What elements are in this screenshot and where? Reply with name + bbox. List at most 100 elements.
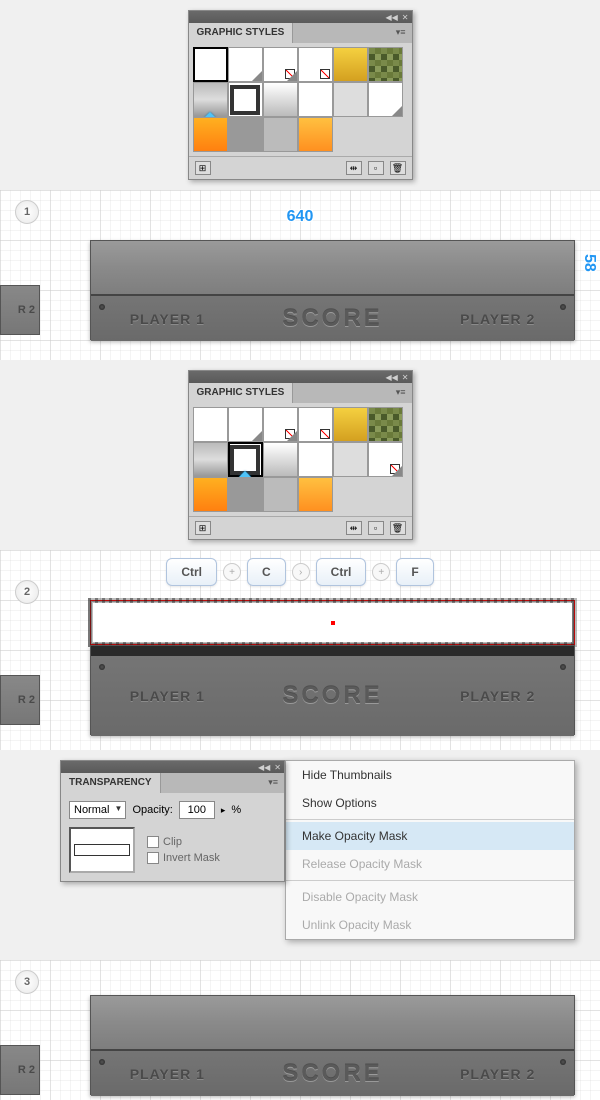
- swatch-gray[interactable]: [263, 117, 298, 152]
- step-badge: 3: [15, 970, 39, 994]
- artboard-step2: 2 Ctrl + C › Ctrl + F R 2 PLAYER 1 SCORE…: [0, 550, 600, 750]
- library-icon[interactable]: ⊞: [195, 161, 211, 175]
- swatch[interactable]: [298, 407, 333, 442]
- step-badge: 2: [15, 580, 39, 604]
- swatch-gold[interactable]: [333, 407, 368, 442]
- swatch-gold[interactable]: [333, 47, 368, 82]
- score-label: SCORE: [282, 682, 382, 710]
- swatch[interactable]: [228, 407, 263, 442]
- tab-graphic-styles[interactable]: GRAPHIC STYLES: [189, 23, 294, 43]
- player2-label: PLAYER 2: [460, 688, 535, 704]
- rivet-icon: [560, 664, 566, 670]
- close-icon[interactable]: ✕: [274, 763, 281, 772]
- swatch[interactable]: [228, 47, 263, 82]
- swatch[interactable]: [263, 47, 298, 82]
- panel-flyout-menu: Hide Thumbnails Show Options Make Opacit…: [285, 760, 575, 940]
- artboard-step1: 1 640 58 R 2 PLAYER 1 SCORE PLAYER 2: [0, 190, 600, 360]
- selection-rect[interactable]: [90, 600, 575, 645]
- center-handle[interactable]: [331, 621, 335, 625]
- percent-label: %: [231, 804, 241, 816]
- score-label: SCORE: [282, 305, 382, 333]
- panel-header: ◀◀ ✕: [189, 11, 412, 23]
- swatch-darkgray[interactable]: [228, 117, 263, 152]
- plus-icon: +: [372, 563, 390, 581]
- clip-checkbox[interactable]: Clip: [147, 836, 220, 848]
- swatch-default[interactable]: [193, 407, 228, 442]
- score-label: SCORE: [282, 1060, 382, 1088]
- swatch-darkgray[interactable]: [228, 477, 263, 512]
- swatch-camo[interactable]: [368, 47, 403, 82]
- opacity-input[interactable]: 100: [179, 801, 215, 819]
- panel-menu-icon[interactable]: ▾≡: [262, 773, 284, 793]
- graphic-styles-panel: ◀◀ ✕ GRAPHIC STYLES ▾≡ ⊞ ⇹ ▫ 🗑: [188, 10, 413, 180]
- swatch-metal[interactable]: [193, 442, 228, 477]
- rivet-icon: [560, 304, 566, 310]
- swatch-default[interactable]: [193, 47, 228, 82]
- swatch-orange[interactable]: [193, 117, 228, 152]
- key-c: C: [247, 558, 286, 586]
- score-bar-bottom: PLAYER 1 SCORE PLAYER 2: [91, 656, 574, 736]
- swatch-metal[interactable]: [193, 82, 228, 117]
- swatch-orange[interactable]: [193, 477, 228, 512]
- menu-unlink-opacity-mask: Unlink Opacity Mask: [286, 911, 574, 939]
- score-bar: PLAYER 1 SCORE PLAYER 2: [90, 240, 575, 340]
- close-icon[interactable]: ✕: [402, 373, 409, 382]
- player2-label: PLAYER 2: [460, 311, 535, 327]
- transparency-body: Normal Opacity: 100 ▸ % Clip Invert Mask: [61, 793, 284, 881]
- break-link-icon[interactable]: ⇹: [346, 521, 362, 535]
- swatch-camo[interactable]: [368, 407, 403, 442]
- swatch[interactable]: [298, 82, 333, 117]
- swatch-orange2[interactable]: [298, 117, 333, 152]
- library-icon[interactable]: ⊞: [195, 521, 211, 535]
- mask-thumbnail[interactable]: [69, 827, 135, 873]
- tab-graphic-styles[interactable]: GRAPHIC STYLES: [189, 383, 294, 403]
- blend-mode-select[interactable]: Normal: [69, 801, 126, 819]
- swatch-orange2[interactable]: [298, 477, 333, 512]
- close-icon[interactable]: ✕: [402, 13, 409, 22]
- key-ctrl: Ctrl: [166, 558, 217, 586]
- swatch-lightgray[interactable]: [333, 442, 368, 477]
- swatch[interactable]: [368, 442, 403, 477]
- menu-make-opacity-mask[interactable]: Make Opacity Mask: [286, 822, 574, 850]
- opacity-stepper-icon[interactable]: ▸: [221, 805, 226, 816]
- trash-icon[interactable]: 🗑: [390, 161, 406, 175]
- panel-header: ◀◀ ✕: [189, 371, 412, 383]
- swatch[interactable]: [298, 442, 333, 477]
- panel-header: ◀◀ ✕: [61, 761, 284, 773]
- score-bar-divider: [91, 646, 574, 656]
- panel-footer: ⊞ ⇹ ▫ 🗑: [189, 156, 412, 179]
- trash-icon[interactable]: 🗑: [390, 521, 406, 535]
- rivet-icon: [99, 664, 105, 670]
- opacity-label: Opacity:: [132, 804, 172, 816]
- player1-label: PLAYER 1: [130, 311, 205, 327]
- menu-show-options[interactable]: Show Options: [286, 789, 574, 817]
- panel-menu-icon[interactable]: ▾≡: [390, 383, 412, 403]
- panel-tabbar: GRAPHIC STYLES ▾≡: [189, 383, 412, 403]
- new-style-icon[interactable]: ▫: [368, 161, 384, 175]
- swatch-grid: [189, 403, 412, 516]
- swatch-gray[interactable]: [263, 477, 298, 512]
- swatch-frame[interactable]: [228, 82, 263, 117]
- swatch[interactable]: [263, 407, 298, 442]
- swatch-frame[interactable]: [228, 442, 263, 477]
- swatch-gradient[interactable]: [263, 82, 298, 117]
- artboard-step3: 3 R 2 PLAYER 1 SCORE PLAYER 2: [0, 960, 600, 1100]
- new-style-icon[interactable]: ▫: [368, 521, 384, 535]
- invert-mask-checkbox[interactable]: Invert Mask: [147, 852, 220, 864]
- panel-footer: ⊞ ⇹ ▫ 🗑: [189, 516, 412, 539]
- collapse-icon[interactable]: ◀◀: [385, 373, 397, 382]
- break-link-icon[interactable]: ⇹: [346, 161, 362, 175]
- menu-hide-thumbnails[interactable]: Hide Thumbnails: [286, 761, 574, 789]
- side-plate: R 2: [0, 1045, 40, 1095]
- collapse-icon[interactable]: ◀◀: [385, 13, 397, 22]
- swatch-grid: [189, 43, 412, 156]
- swatch[interactable]: [298, 47, 333, 82]
- swatch-gradient[interactable]: [263, 442, 298, 477]
- swatch-lightgray[interactable]: [333, 82, 368, 117]
- panel-menu-icon[interactable]: ▾≡: [390, 23, 412, 43]
- player1-label: PLAYER 1: [130, 688, 205, 704]
- swatch[interactable]: [368, 82, 403, 117]
- tab-transparency[interactable]: TRANSPARENCY: [61, 773, 161, 793]
- collapse-icon[interactable]: ◀◀: [258, 763, 270, 772]
- score-bar: PLAYER 1 SCORE PLAYER 2: [90, 645, 575, 735]
